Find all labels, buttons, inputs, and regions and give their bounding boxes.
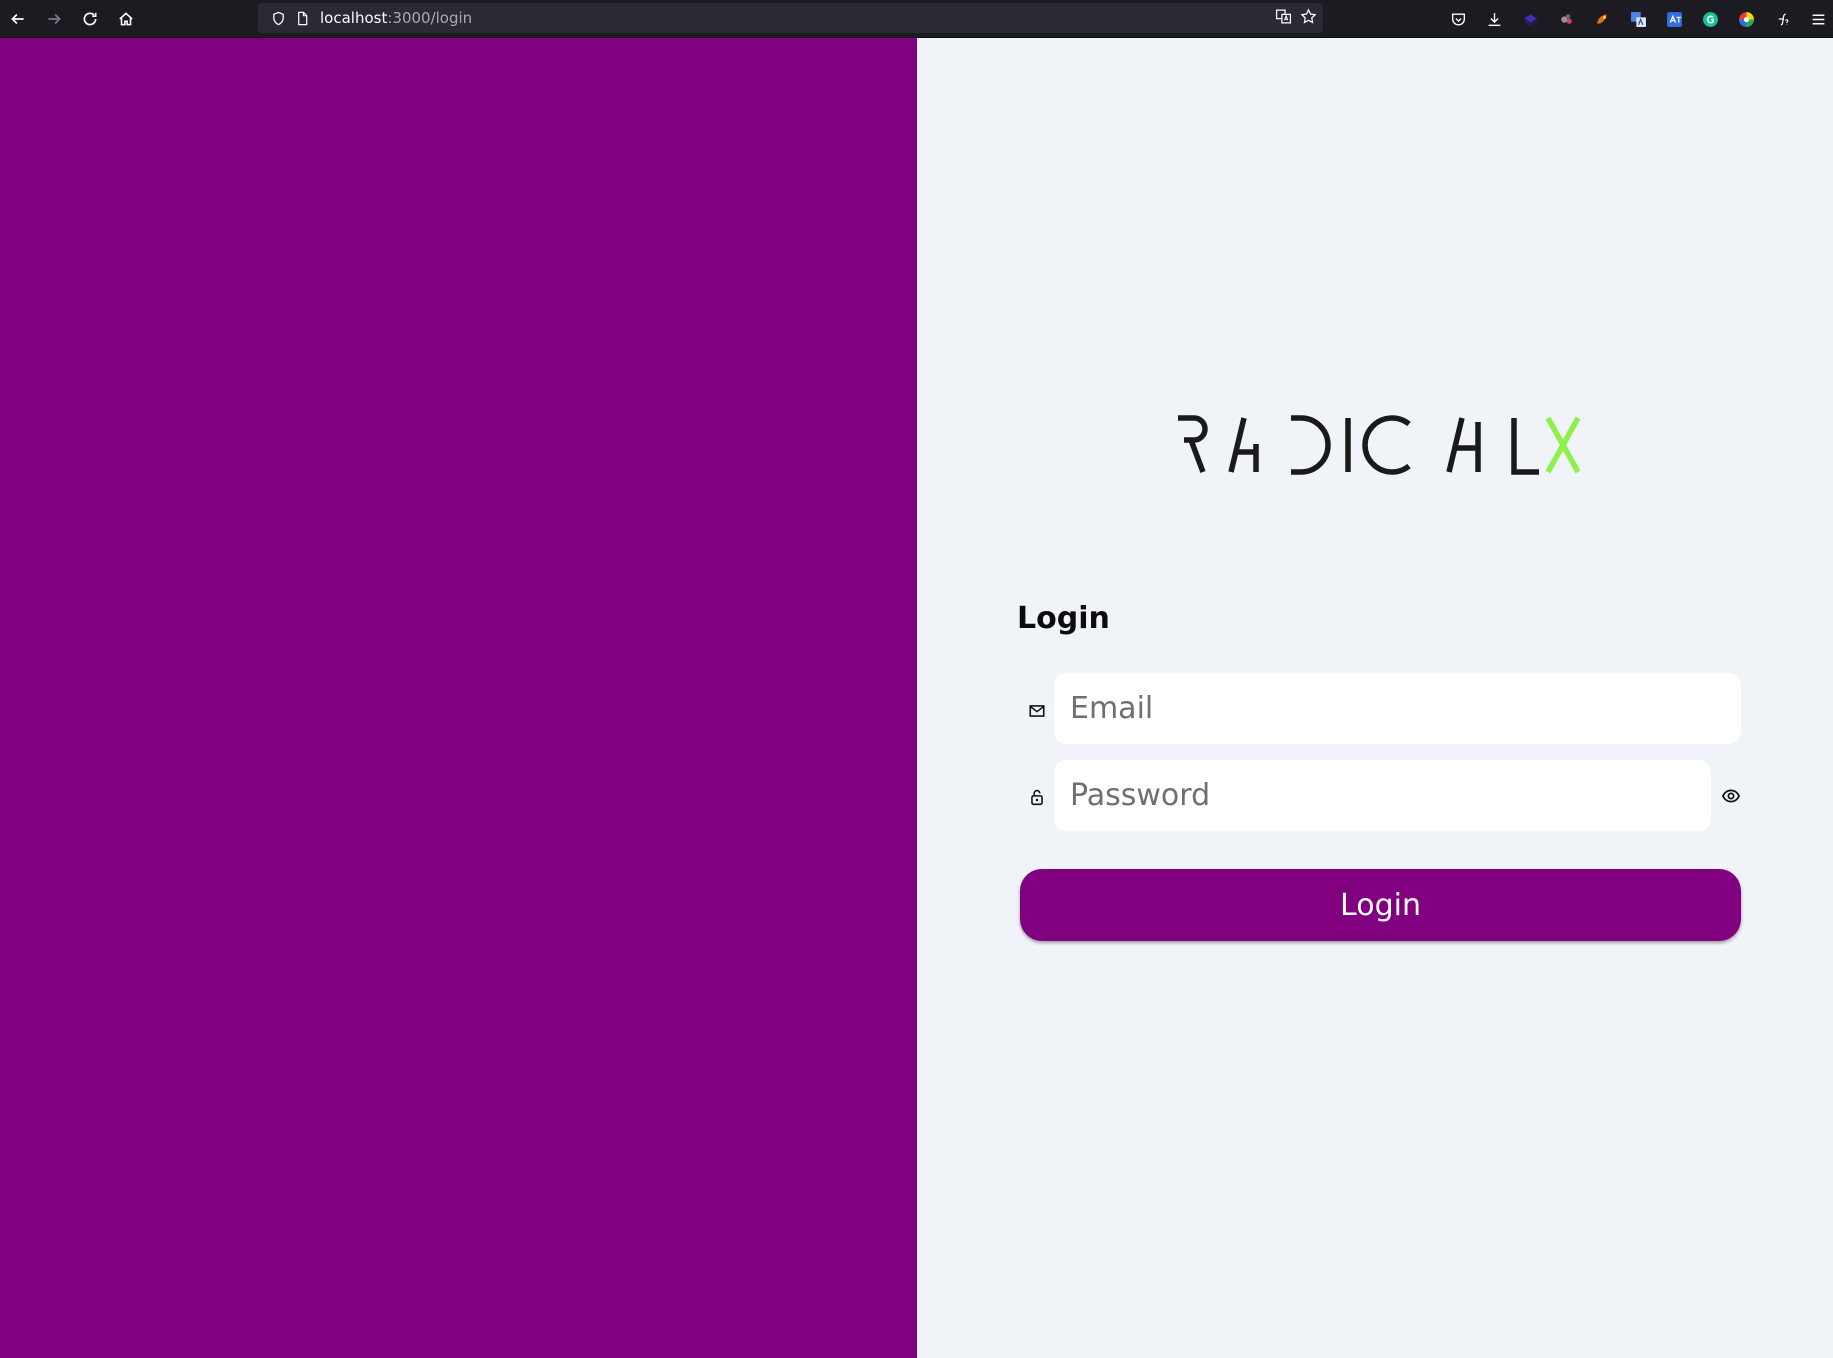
extension-3-icon[interactable] [1584, 0, 1620, 38]
formula-icon[interactable] [1764, 0, 1800, 38]
pocket-icon[interactable] [1440, 0, 1476, 38]
extension-1-icon[interactable] [1512, 0, 1548, 38]
extensions-bar [1440, 0, 1833, 38]
extension-2-icon[interactable] [1548, 0, 1584, 38]
translate-icon[interactable] [1275, 8, 1292, 29]
url-text[interactable]: localhost:3000/login [320, 9, 472, 27]
brand-panel [0, 38, 917, 1358]
page-icon[interactable] [290, 3, 314, 33]
grammarly-icon[interactable] [1692, 0, 1728, 38]
radicalx-logo [1178, 415, 1581, 475]
shield-icon[interactable] [266, 3, 290, 33]
star-icon[interactable] [1300, 7, 1317, 29]
login-title: Login [1017, 601, 1110, 636]
password-input[interactable] [1054, 760, 1711, 831]
email-input[interactable] [1054, 673, 1741, 744]
color-picker-icon[interactable] [1728, 0, 1764, 38]
url-path: :3000/login [387, 9, 473, 27]
translate-ext-2-icon[interactable] [1656, 0, 1692, 38]
lock-icon [1026, 786, 1048, 808]
browser-toolbar: localhost:3000/login [0, 0, 1833, 38]
home-icon[interactable] [108, 0, 144, 38]
reload-icon[interactable] [72, 0, 108, 38]
eye-icon[interactable] [1718, 784, 1744, 808]
translate-ext-icon[interactable] [1620, 0, 1656, 38]
mail-icon [1026, 700, 1048, 722]
back-arrow-icon[interactable] [0, 0, 36, 38]
address-bar[interactable]: localhost:3000/login [258, 3, 1323, 33]
forward-arrow-icon[interactable] [36, 0, 72, 38]
download-icon[interactable] [1476, 0, 1512, 38]
login-button[interactable]: Login [1020, 869, 1741, 941]
url-host: localhost [320, 9, 388, 27]
menu-icon[interactable] [1800, 0, 1833, 38]
